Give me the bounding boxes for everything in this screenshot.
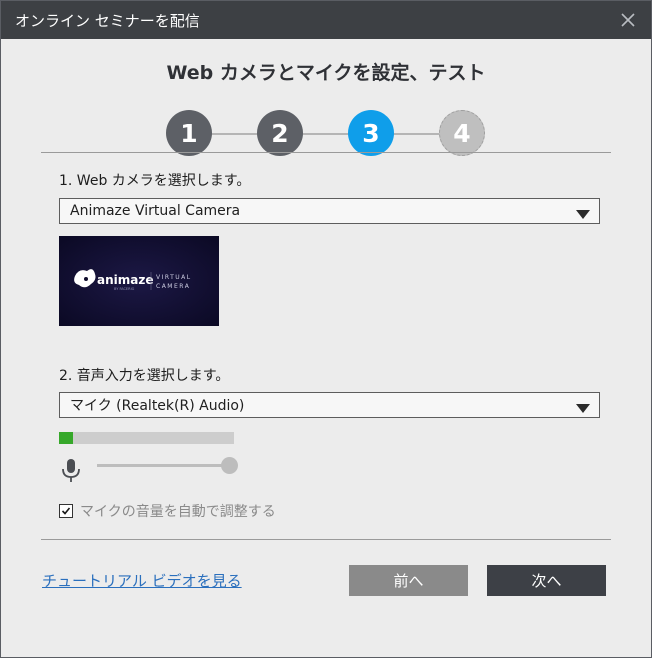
step-1: 1 bbox=[166, 110, 212, 156]
step-indicator: 1 2 3 4 bbox=[166, 110, 486, 158]
audio-level-meter bbox=[59, 432, 234, 444]
step-connector bbox=[206, 133, 446, 135]
camera-preview: animaze BY FACERIG VIRTUAL CAMERA bbox=[59, 236, 219, 326]
preview-side-text-1: VIRTUAL bbox=[156, 274, 192, 281]
audio-select-value: マイク (Realtek(R) Audio) bbox=[70, 398, 245, 414]
wizard-heading: Web カメラとマイクを設定、テスト bbox=[166, 62, 486, 84]
window-title: オンライン セミナーを配信 bbox=[15, 11, 200, 30]
camera-select[interactable]: Animaze Virtual Camera bbox=[59, 198, 600, 224]
auto-adjust-option[interactable]: マイクの音量を自動で調整する bbox=[59, 501, 276, 521]
back-button[interactable]: 前へ bbox=[349, 565, 468, 596]
microphone-icon bbox=[60, 458, 82, 484]
close-icon[interactable] bbox=[617, 9, 639, 31]
auto-adjust-checkbox[interactable] bbox=[59, 504, 73, 518]
title-bar: オンライン セミナーを配信 bbox=[1, 1, 651, 39]
camera-select-value: Animaze Virtual Camera bbox=[70, 203, 241, 219]
chevron-down-icon bbox=[576, 207, 590, 223]
preview-side-text-2: CAMERA bbox=[156, 283, 190, 290]
step-2: 2 bbox=[257, 110, 303, 156]
chevron-down-icon bbox=[576, 401, 590, 417]
audio-level-fill bbox=[59, 432, 73, 444]
auto-adjust-label: マイクの音量を自動で調整する bbox=[80, 504, 276, 520]
bottom-divider bbox=[41, 539, 611, 540]
preview-logo-text: animaze bbox=[97, 273, 153, 287]
step-3: 3 bbox=[348, 110, 394, 156]
audio-select[interactable]: マイク (Realtek(R) Audio) bbox=[59, 392, 600, 418]
step-4: 4 bbox=[439, 110, 485, 156]
volume-slider-thumb[interactable] bbox=[221, 457, 238, 474]
preview-logo-subtext: BY FACERIG bbox=[114, 287, 135, 291]
camera-section-label: 1. Web カメラを選択します。 bbox=[59, 173, 251, 189]
audio-section-label: 2. 音声入力を選択します。 bbox=[59, 368, 230, 384]
volume-slider-track[interactable] bbox=[97, 464, 231, 467]
dialog-window: オンライン セミナーを配信 Web カメラとマイクを設定、テスト 1 2 3 4… bbox=[0, 0, 652, 658]
top-divider bbox=[41, 152, 611, 153]
tutorial-video-link[interactable]: チュートリアル ビデオを見る bbox=[42, 570, 242, 591]
next-button[interactable]: 次へ bbox=[487, 565, 606, 596]
